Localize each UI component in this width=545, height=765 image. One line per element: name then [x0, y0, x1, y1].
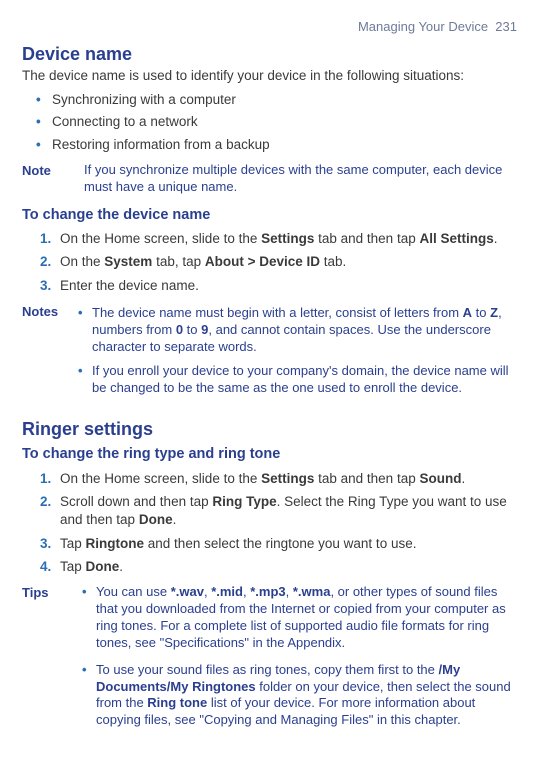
step-number: 3. [40, 535, 51, 553]
step-number: 2. [40, 253, 51, 271]
device-name-intro: The device name is used to identify your… [22, 67, 517, 85]
tips-item: You can use *.wav, *.mid, *.mp3, *.wma, … [82, 584, 517, 652]
tips-item: To use your sound files as ring tones, c… [82, 662, 517, 730]
step-text: Enter the device name. [60, 278, 199, 293]
tips-block: Tips You can use *.wav, *.mid, *.mp3, *.… [22, 584, 517, 739]
section-ringer-settings-title: Ringer settings [22, 417, 517, 441]
step-number: 4. [40, 558, 51, 576]
step-item: 1. On the Home screen, slide to the Sett… [40, 230, 517, 248]
step-item: 1. On the Home screen, slide to the Sett… [40, 470, 517, 488]
step-text: Scroll down and then tap Ring Type. Sele… [60, 494, 507, 527]
notes-body: The device name must begin with a letter… [78, 303, 517, 405]
note-body: If you synchronize multiple devices with… [84, 162, 517, 196]
step-item: 3. Tap Ringtone and then select the ring… [40, 535, 517, 553]
section-device-name-title: Device name [22, 42, 517, 66]
note-label: Note [22, 162, 66, 196]
tips-label: Tips [22, 584, 62, 739]
step-number: 1. [40, 470, 51, 488]
step-text: On the Home screen, slide to the Setting… [60, 231, 498, 246]
step-text: On the System tab, tap About > Device ID… [60, 254, 346, 269]
step-number: 3. [40, 277, 51, 295]
tips-body: You can use *.wav, *.mid, *.mp3, *.wma, … [82, 584, 517, 739]
step-item: 4. Tap Done. [40, 558, 517, 576]
device-name-situations-list: Synchronizing with a computer Connecting… [22, 91, 517, 154]
step-item: 3. Enter the device name. [40, 277, 517, 295]
notes-item: If you enroll your device to your compan… [78, 363, 517, 397]
step-text: On the Home screen, slide to the Setting… [60, 471, 465, 486]
notes-label: Notes [22, 303, 66, 405]
list-item: Connecting to a network [36, 113, 517, 131]
list-item: Restoring information from a backup [36, 136, 517, 154]
subhead-change-device-name: To change the device name [22, 206, 517, 226]
chapter-title: Managing Your Device [358, 19, 488, 34]
change-ring-steps: 1. On the Home screen, slide to the Sett… [22, 470, 517, 576]
note-block: Note If you synchronize multiple devices… [22, 162, 517, 196]
page-number: 231 [495, 19, 517, 34]
step-item: 2. Scroll down and then tap Ring Type. S… [40, 493, 517, 529]
notes-item: The device name must begin with a letter… [78, 305, 517, 356]
page-header: Managing Your Device 231 [22, 18, 517, 36]
list-item: Synchronizing with a computer [36, 91, 517, 109]
change-device-name-steps: 1. On the Home screen, slide to the Sett… [22, 230, 517, 295]
subhead-change-ring-type: To change the ring type and ring tone [22, 445, 517, 465]
step-item: 2. On the System tab, tap About > Device… [40, 253, 517, 271]
step-number: 2. [40, 493, 51, 511]
step-text: Tap Ringtone and then select the rington… [60, 536, 416, 551]
notes-block: Notes The device name must begin with a … [22, 303, 517, 405]
step-text: Tap Done. [60, 559, 123, 574]
step-number: 1. [40, 230, 51, 248]
